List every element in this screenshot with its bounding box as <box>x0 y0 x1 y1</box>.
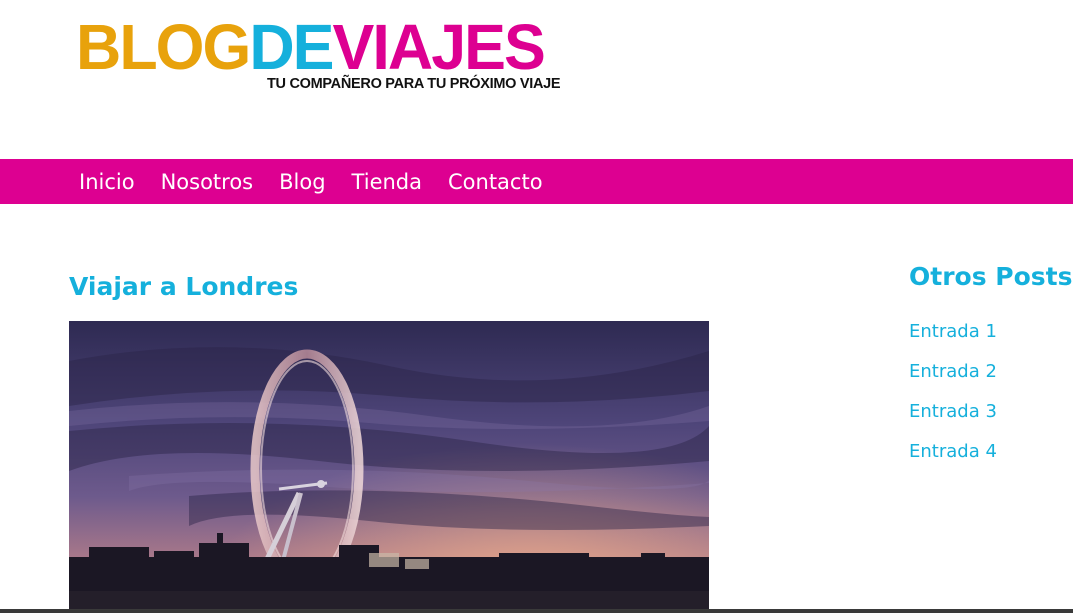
main-navbar: Inicio Nosotros Blog Tienda Contacto <box>0 159 1073 204</box>
sidebar-link-entrada-1[interactable]: Entrada 1 <box>909 320 997 360</box>
sidebar-post-list: Entrada 1 Entrada 2 Entrada 3 Entrada 4 <box>909 320 997 480</box>
sidebar-link-entrada-2[interactable]: Entrada 2 <box>909 360 997 400</box>
nav-list: Inicio Nosotros Blog Tienda Contacto <box>79 159 569 204</box>
logo-tagline: TU COMPAÑERO PARA TU PRÓXIMO VIAJE <box>267 76 561 92</box>
window-bottom-edge <box>0 609 1073 613</box>
nav-item-contacto[interactable]: Contacto <box>448 170 543 194</box>
sidebar-link-entrada-4[interactable]: Entrada 4 <box>909 440 997 480</box>
sidebar-link-entrada-3[interactable]: Entrada 3 <box>909 400 997 440</box>
site-logo[interactable]: BLOGDEVIAJES TU COMPAÑERO PARA TU PRÓXIM… <box>76 14 596 104</box>
nav-item-inicio[interactable]: Inicio <box>79 170 135 194</box>
post-title[interactable]: Viajar a Londres <box>69 272 298 301</box>
page: BLOGDEVIAJES TU COMPAÑERO PARA TU PRÓXIM… <box>0 0 1073 613</box>
sidebar-title: Otros Posts <box>909 262 1073 291</box>
nav-item-nosotros[interactable]: Nosotros <box>161 170 254 194</box>
logo-wordmark: BLOGDEVIAJES <box>76 11 546 83</box>
logo-part-blog: BLOG <box>76 11 251 83</box>
post-image <box>69 321 709 613</box>
nav-item-blog[interactable]: Blog <box>279 170 325 194</box>
logo-part-viajes: VIAJES <box>332 11 546 83</box>
sidebar-list-item: Entrada 1 <box>909 320 997 360</box>
logo-part-de: DE <box>249 11 334 83</box>
sidebar-list-item: Entrada 2 <box>909 360 997 400</box>
sidebar-list-item: Entrada 4 <box>909 440 997 480</box>
sidebar-list-item: Entrada 3 <box>909 400 997 440</box>
nav-item-tienda[interactable]: Tienda <box>352 170 422 194</box>
london-eye-photo <box>69 321 709 613</box>
